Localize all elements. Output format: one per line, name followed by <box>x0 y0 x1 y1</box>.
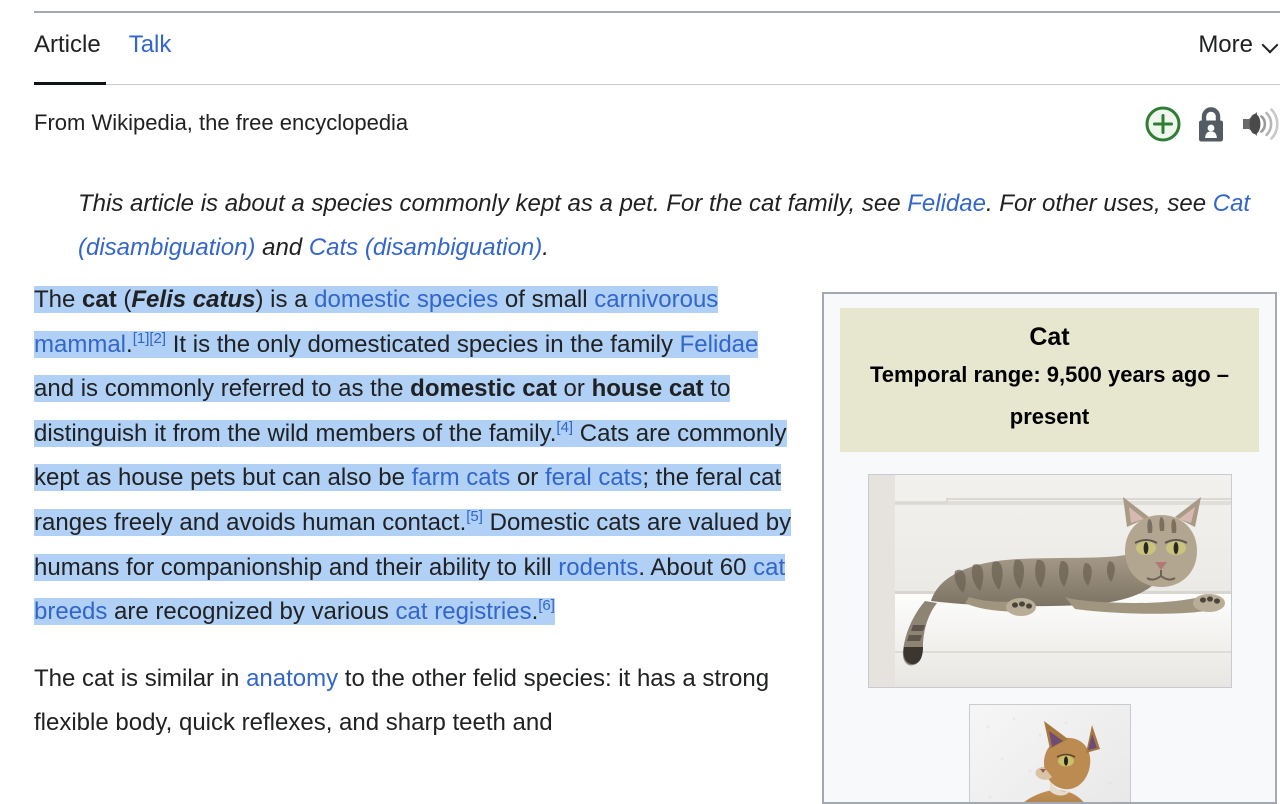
p1-t15: are recognized by various <box>107 598 396 626</box>
infobox-title: Cat <box>1029 323 1070 351</box>
link-domestic-species[interactable]: domestic species <box>314 286 498 313</box>
reference-2[interactable]: [2] <box>149 330 166 347</box>
p1-t3: ) is a <box>255 286 315 313</box>
good-article-plus-icon[interactable] <box>1144 105 1182 143</box>
hatnote: This article is about a species commonly… <box>78 182 1278 270</box>
p1-bold-cat: cat <box>82 286 117 313</box>
p1-italic-felis-catus: Felis catus <box>131 286 256 313</box>
link-rodents[interactable]: rodents <box>558 554 638 581</box>
page-protected-lock-icon[interactable] <box>1194 104 1228 144</box>
lead-paragraph-2: The cat is similar in anatomy to the oth… <box>34 657 804 746</box>
hatnote-link-cats-disambiguation[interactable]: Cats (disambiguation) <box>309 234 542 261</box>
site-subtitle-row: From Wikipedia, the free encyclopedia <box>34 106 1280 148</box>
p1-bold-domestic-cat: domestic cat <box>410 375 557 403</box>
p2-t1: The cat is similar in <box>34 664 247 692</box>
page-top-divider <box>34 11 1280 13</box>
article-indicators <box>1144 104 1280 144</box>
infobox-image-1-tabby-cat[interactable] <box>868 475 1231 687</box>
lead-paragraph-1: The cat (Felis catus) is a domestic spec… <box>34 278 804 635</box>
p1-t4: of small <box>498 286 595 313</box>
p1-t2: ( <box>116 286 132 313</box>
infobox-image-1-frame <box>867 474 1232 688</box>
link-feral-cats[interactable]: feral cats <box>545 464 642 491</box>
chevron-down-icon <box>1262 38 1278 54</box>
more-menu-button[interactable]: More <box>1198 30 1278 60</box>
tab-bar-divider <box>34 84 1280 85</box>
reference-5[interactable]: [5] <box>466 508 483 525</box>
p1-bold-house-cat: house cat <box>591 375 704 403</box>
p1-t8: or <box>556 375 592 403</box>
p1-t6: It is the only domesticated species in t… <box>166 330 680 358</box>
infobox-header: Cat Temporal range: 9,500 years ago – pr… <box>840 308 1259 452</box>
article-tab-bar: Article Talk More <box>0 30 1280 86</box>
hatnote-text-1: This article is about a species commonly… <box>78 190 908 217</box>
reference-4[interactable]: [4] <box>556 419 573 436</box>
infobox-temporal-range: Temporal range: 9,500 years ago – presen… <box>869 362 1230 429</box>
tab-talk[interactable]: Talk <box>129 30 172 82</box>
link-farm-cats[interactable]: farm cats <box>412 464 511 491</box>
link-anatomy[interactable]: anatomy <box>246 665 338 692</box>
more-menu-label: More <box>1198 31 1253 58</box>
p1-t14: . About 60 <box>638 553 754 581</box>
link-cat-registries[interactable]: cat registries <box>396 598 532 625</box>
p1-t1: The <box>34 286 83 313</box>
infobox-image-2-abyssinian-cat[interactable] <box>969 705 1130 804</box>
link-felidae[interactable]: Felidae <box>680 331 759 358</box>
tab-active-indicator <box>34 82 106 85</box>
p1-t11: or <box>510 464 545 492</box>
lead-section: The cat (Felis catus) is a domestic spec… <box>34 278 804 768</box>
article-content: This article is about a species commonly… <box>0 160 1280 804</box>
infobox-taxonomy: Cat Temporal range: 9,500 years ago – pr… <box>822 292 1277 804</box>
spoken-article-speaker-icon[interactable] <box>1240 106 1280 142</box>
p2-t2: to the other felid species: it has <box>338 664 676 692</box>
hatnote-link-felidae[interactable]: Felidae <box>907 190 986 217</box>
tab-article[interactable]: Article <box>34 30 101 82</box>
hatnote-text-4: . <box>542 234 549 261</box>
infobox-image-2-frame <box>968 704 1131 804</box>
p1-t7: and is commonly referred to as the <box>34 375 411 403</box>
p1-t5: . <box>126 330 133 358</box>
reference-1[interactable]: [1] <box>133 330 150 347</box>
hatnote-text-2: . For other uses, see <box>985 190 1213 217</box>
site-subtitle: From Wikipedia, the free encyclopedia <box>34 110 409 135</box>
hatnote-text-3: and <box>255 234 309 261</box>
reference-6[interactable]: [6] <box>538 597 555 614</box>
namespace-tabs: Article Talk <box>34 30 171 82</box>
